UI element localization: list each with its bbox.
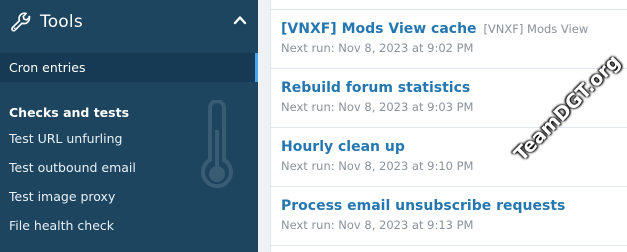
section-title: Tools	[40, 12, 83, 32]
list-item[interactable]: Hourly clean up Next run: Nov 8, 2023 at…	[271, 128, 627, 187]
list-item[interactable]: Process email unsubscribe requests Next …	[271, 187, 627, 246]
sidebar-item-cron-entries[interactable]: Cron entries	[0, 53, 258, 82]
tools-section-header[interactable]: Tools	[0, 0, 258, 44]
cron-entries-list: [VNXF] Mods View cache [VNXF] Mods View …	[270, 0, 627, 252]
chevron-up-icon[interactable]	[233, 13, 247, 27]
admin-sidebar: Tools Cron entries Checks and tests Test…	[0, 0, 258, 252]
cron-entry-title[interactable]: Rebuild forum statistics	[281, 80, 627, 96]
list-item[interactable]: Rebuild forum statistics Next run: Nov 8…	[271, 69, 627, 128]
cron-entry-name[interactable]: Hourly clean up	[281, 139, 405, 155]
cron-entry-name[interactable]: Rebuild forum statistics	[281, 80, 470, 96]
next-run-text: Next run: Nov 8, 2023 at 9:02 PM	[281, 41, 474, 55]
layout-gutter	[258, 0, 270, 252]
cron-entry-title[interactable]: Process email unsubscribe requests	[281, 198, 627, 214]
next-run-text: Next run: Nov 8, 2023 at 9:10 PM	[281, 159, 474, 173]
wrench-icon	[11, 12, 31, 32]
cron-entry-title[interactable]: [VNXF] Mods View cache [VNXF] Mods View	[281, 21, 627, 37]
cron-entry-name[interactable]: Process email unsubscribe requests	[281, 198, 565, 214]
next-run-text: Next run: Nov 8, 2023 at 9:03 PM	[281, 100, 474, 114]
list-item[interactable]: [VNXF] Mods View cache [VNXF] Mods View …	[271, 10, 627, 69]
cron-entry-title[interactable]: Hourly clean up	[281, 139, 627, 155]
next-run-text: Next run: Nov 8, 2023 at 9:13 PM	[281, 218, 474, 232]
sidebar-item-file-health-check[interactable]: File health check	[0, 211, 258, 240]
cron-entry-name[interactable]: [VNXF] Mods View cache	[281, 21, 477, 37]
addon-label: [VNXF] Mods View	[483, 22, 589, 36]
list-top-edge	[271, 0, 627, 10]
thermometer-icon	[201, 100, 233, 189]
